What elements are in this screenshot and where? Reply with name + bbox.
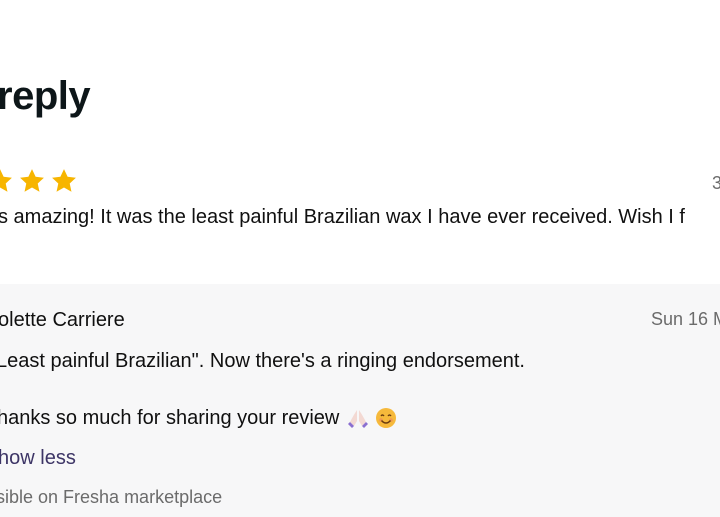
smiling-face-icon	[375, 407, 397, 429]
reply-author: olette Carriere	[0, 309, 125, 331]
review-reply-page: reply 3 s amazing! It was the least pain…	[0, 0, 720, 517]
review-date: 3	[712, 173, 720, 193]
reply-text-line: hanks so much for sharing your review	[0, 405, 397, 431]
page-title: reply	[0, 74, 91, 118]
star-icon	[18, 167, 46, 195]
reply-date: Sun 16 M	[651, 309, 720, 329]
star-rating	[0, 167, 78, 195]
reply-text: hanks so much for sharing your review	[0, 407, 340, 429]
review-text: s amazing! It was the least painful Braz…	[0, 206, 685, 228]
show-less-link[interactable]: how less	[0, 446, 76, 470]
folded-hands-icon	[347, 407, 369, 429]
reply-text-line: Least painful Brazilian". Now there's a …	[0, 350, 525, 372]
visibility-note: sible on Fresha marketplace	[0, 487, 223, 507]
star-icon	[0, 167, 14, 195]
star-icon	[50, 167, 78, 195]
